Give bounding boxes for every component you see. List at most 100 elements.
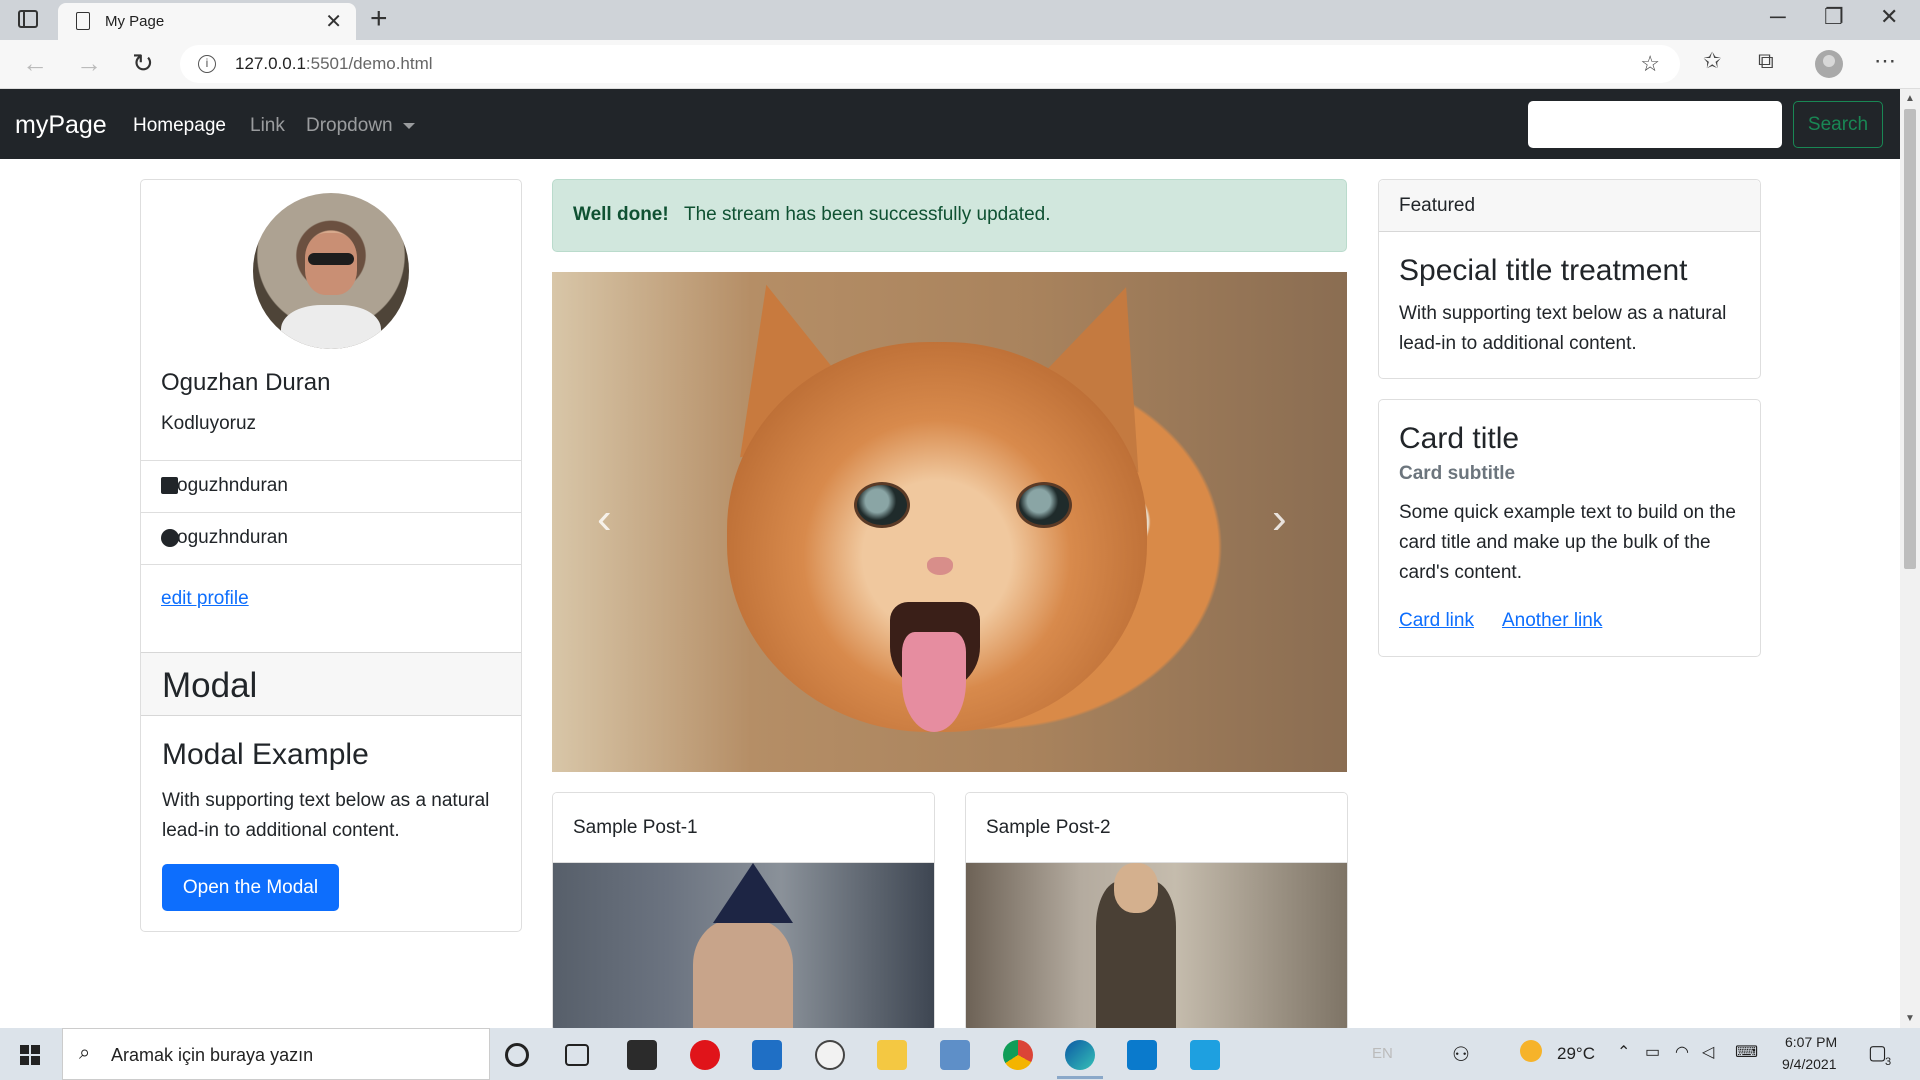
alert-strong: Well done! (573, 204, 669, 225)
video-icon[interactable] (752, 1040, 782, 1070)
volume-icon[interactable]: ◁ (1702, 1042, 1714, 1062)
profile-name: Oguzhan Duran (161, 369, 331, 396)
scroll-thumb[interactable] (1904, 109, 1916, 569)
people-icon[interactable]: ⚇ (1452, 1042, 1470, 1067)
windows-taskbar: ⌕ Aramak için buraya yazın EN ⚇ 29°C ⌃ ▭… (0, 1028, 1920, 1080)
scroll-down-icon[interactable]: ▼ (1905, 1013, 1915, 1024)
clock-date[interactable]: 9/4/2021 (1782, 1056, 1837, 1072)
computer-icon[interactable] (940, 1040, 970, 1070)
temperature[interactable]: 29°C (1557, 1044, 1595, 1064)
card-title: Card title (1399, 422, 1520, 455)
featured-text: With supporting text below as a natural … (1399, 303, 1727, 354)
url-field[interactable]: i 127.0.0.1:5501/demo.html ☆ (180, 45, 1680, 83)
language-indicator[interactable]: EN (1372, 1045, 1393, 1062)
keyboard-icon[interactable]: ⌨ (1735, 1042, 1758, 1062)
battery-icon[interactable]: ▭ (1645, 1042, 1660, 1062)
post-title: Sample Post-2 (986, 817, 1111, 838)
reload-icon[interactable]: ↻ (132, 48, 154, 79)
twitter-handle: oguzhnduran (177, 475, 288, 496)
search-input[interactable] (1528, 101, 1782, 148)
clock-icon[interactable] (815, 1040, 845, 1070)
cortana-icon[interactable] (505, 1043, 529, 1067)
edit-profile-link[interactable]: edit profile (161, 588, 249, 610)
taskbar-search-placeholder: Aramak için buraya yazın (111, 1045, 314, 1065)
post-title: Sample Post-1 (573, 817, 698, 838)
maximize-icon[interactable]: ❐ (1824, 4, 1844, 30)
browser-tab-bar: My Page ✕ + ─ ❐ ✕ (0, 0, 1920, 40)
favorites-icon[interactable]: ✩ (1703, 48, 1721, 74)
chrome-icon[interactable] (1003, 1040, 1033, 1070)
address-bar: ← → ↻ i 127.0.0.1:5501/demo.html ☆ (0, 40, 1920, 89)
window-close-icon[interactable]: ✕ (1880, 4, 1898, 30)
profile-card: Oguzhan Duran Kodluyoruz oguzhnduran ogu… (140, 179, 522, 932)
twitter-icon (161, 477, 178, 494)
profile-icon[interactable] (1815, 50, 1843, 78)
featured-card: Featured Special title treatment With su… (1378, 179, 1761, 379)
card-link[interactable]: Card link (1399, 610, 1474, 632)
caret-down-icon (402, 122, 415, 129)
opera-icon[interactable] (690, 1040, 720, 1070)
nav-dropdown[interactable]: Dropdown (306, 115, 415, 137)
store-icon[interactable] (627, 1040, 657, 1070)
avatar (253, 193, 409, 349)
modal-text: With supporting text below as a natural … (162, 790, 490, 841)
post-card-1[interactable]: Sample Post-1 (552, 792, 935, 1032)
modal-card-header: Modal (141, 652, 521, 716)
collections-icon[interactable]: ⧉ (1758, 48, 1774, 74)
url-text: 127.0.0.1:5501/demo.html (235, 54, 433, 73)
github-row: oguzhnduran (141, 512, 521, 564)
featured-title: Special title treatment (1399, 254, 1688, 287)
task-view-icon[interactable] (565, 1044, 589, 1066)
browser-tab[interactable]: My Page ✕ (58, 3, 356, 40)
windows-start-icon[interactable] (20, 1045, 40, 1065)
github-handle: oguzhnduran (177, 527, 288, 548)
twitter-row: oguzhnduran (141, 460, 521, 512)
post-image (553, 863, 934, 1031)
card-text: Some quick example text to build on the … (1399, 502, 1736, 583)
open-modal-button[interactable]: Open the Modal (162, 864, 339, 911)
add-favorite-icon[interactable]: ☆ (1640, 51, 1660, 77)
another-link[interactable]: Another link (1502, 610, 1602, 632)
back-icon[interactable]: ← (22, 48, 48, 79)
scroll-up-icon[interactable]: ▲ (1905, 93, 1915, 104)
card-subtitle: Card subtitle (1399, 463, 1516, 484)
tab-title: My Page (105, 13, 165, 30)
featured-header: Featured (1379, 180, 1760, 232)
info-icon[interactable]: i (198, 55, 216, 73)
close-icon[interactable]: ✕ (325, 9, 342, 34)
navbar: myPage Homepage Link Dropdown Search (0, 89, 1900, 159)
carousel-prev-icon[interactable]: ‹ (597, 494, 612, 544)
photos-icon[interactable] (1190, 1040, 1220, 1070)
modal-title: Modal Example (162, 738, 369, 771)
carousel-next-icon[interactable]: › (1272, 494, 1287, 544)
navbar-brand[interactable]: myPage (15, 111, 107, 140)
file-explorer-icon[interactable] (877, 1040, 907, 1070)
divider (141, 564, 521, 565)
search-icon: ⌕ (79, 1042, 91, 1064)
tab-actions-icon[interactable] (18, 10, 38, 28)
search-button[interactable]: Search (1793, 101, 1883, 148)
more-icon[interactable]: ⋯ (1874, 48, 1896, 74)
taskbar-search[interactable]: ⌕ Aramak için buraya yazın (62, 1028, 490, 1080)
notification-count: 3 (1885, 1056, 1892, 1068)
clock-time[interactable]: 6:07 PM (1785, 1034, 1837, 1050)
forward-icon[interactable]: → (76, 48, 102, 79)
success-alert: Well done! The stream has been successfu… (552, 179, 1347, 252)
minimize-icon[interactable]: ─ (1770, 4, 1786, 30)
nav-link-link[interactable]: Link (250, 115, 285, 137)
new-tab-icon[interactable]: + (370, 2, 388, 36)
post-header: Sample Post-2 (966, 793, 1347, 863)
post-image (966, 863, 1347, 1031)
nav-link-homepage[interactable]: Homepage (133, 115, 226, 137)
page-scrollbar[interactable]: ▲ ▼ (1900, 89, 1920, 1028)
vscode-icon[interactable] (1127, 1040, 1157, 1070)
wifi-icon[interactable]: ◠ (1675, 1042, 1689, 1062)
page-icon (76, 12, 90, 30)
post-card-2[interactable]: Sample Post-2 (965, 792, 1348, 1032)
edge-icon[interactable] (1065, 1040, 1095, 1070)
tray-expand-icon[interactable]: ⌃ (1617, 1042, 1630, 1062)
modal-header-title: Modal (162, 666, 258, 705)
info-card: Card title Card subtitle Some quick exam… (1378, 399, 1761, 657)
weather-icon[interactable] (1520, 1040, 1542, 1062)
active-app-indicator (1057, 1076, 1103, 1079)
